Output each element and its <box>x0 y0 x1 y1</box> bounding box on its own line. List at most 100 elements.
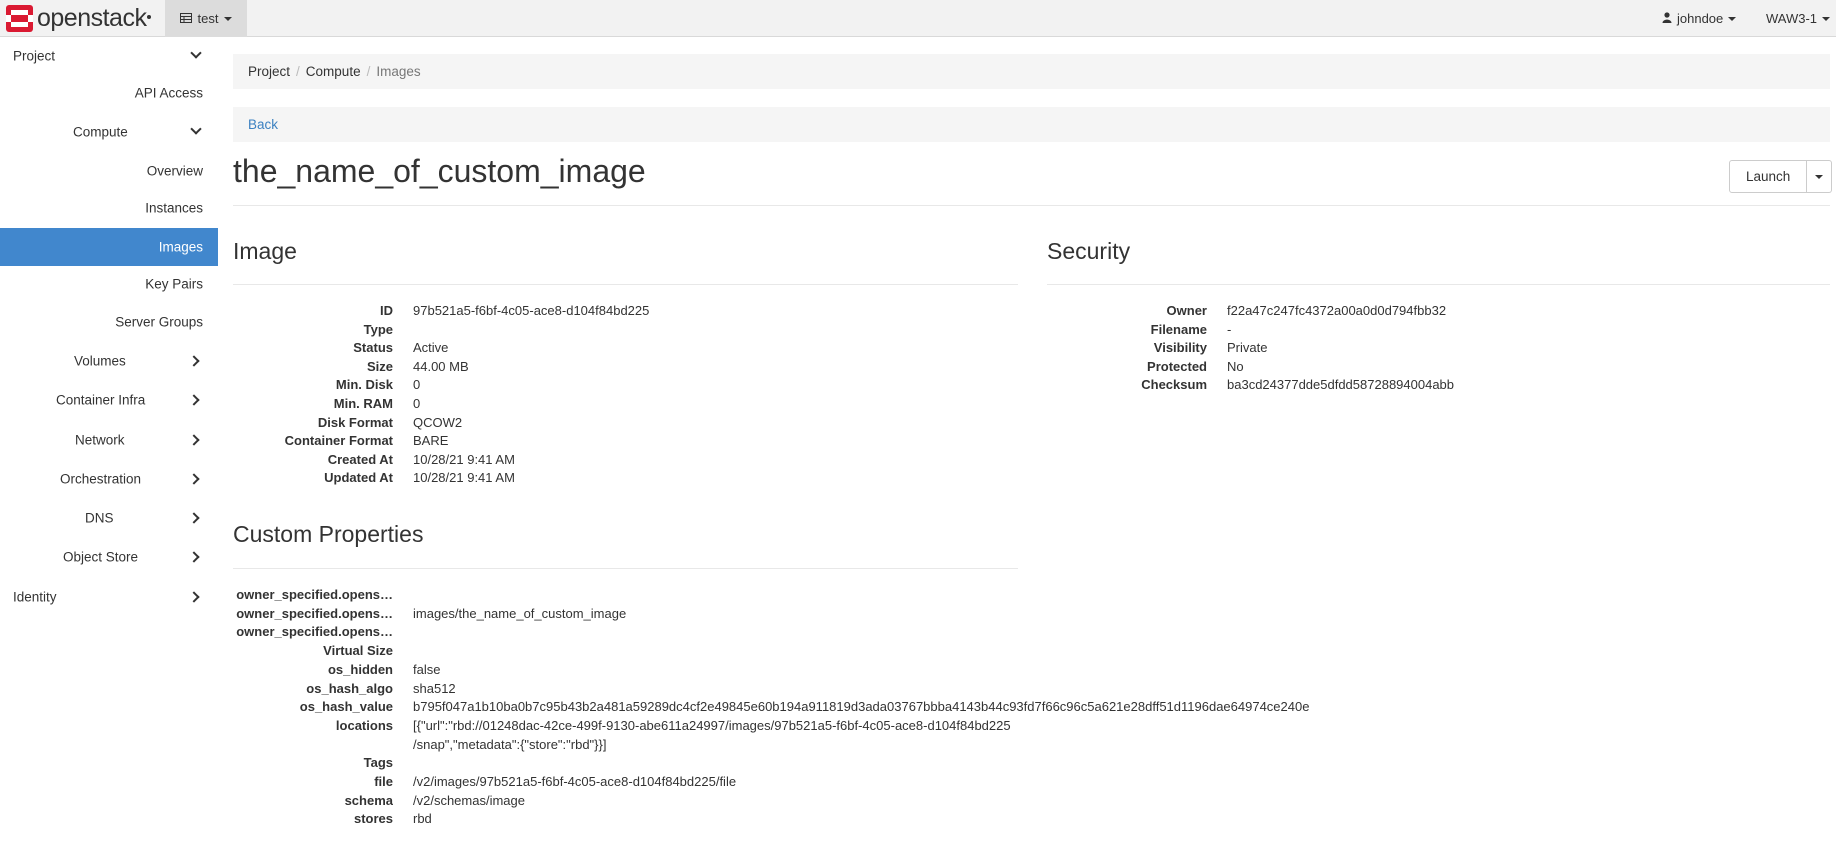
property-value: QCOW2 <box>413 414 463 430</box>
sidebar-item-label: Network <box>75 432 125 448</box>
sidebar-item-images[interactable]: Images <box>0 228 218 266</box>
launch-button-group: Launch <box>1729 160 1833 193</box>
sidebar-item-instances[interactable]: Instances <box>0 189 218 227</box>
breadcrumb-compute[interactable]: Compute <box>306 64 361 79</box>
sidebar-item-api-access[interactable]: API Access <box>0 74 218 112</box>
sidebar-item-label: Compute <box>73 124 128 140</box>
openstack-logo-icon <box>6 4 33 32</box>
property-key: Size <box>366 358 393 374</box>
property-value: BARE <box>413 433 449 449</box>
breadcrumb: Project / Compute / Images <box>233 54 1830 89</box>
image-section-title: Image <box>233 238 297 264</box>
property-key: Min. RAM <box>333 396 393 411</box>
sidebar-item-label: Container Infra <box>56 392 146 408</box>
sidebar-item-label: Overview <box>146 163 203 179</box>
property-key: Type <box>363 321 393 337</box>
property-key: file <box>374 774 393 789</box>
property-value: [{"url":"rbd://01248dac-42ce-499f-9130-a… <box>413 717 1011 733</box>
property-value-continued: /snap","metadata":{"store":"rbd"}}] <box>413 736 607 752</box>
property-key: Visibility <box>1153 340 1207 356</box>
property-key: Protected <box>1147 358 1207 374</box>
property-value: images/the_name_of_custom_image <box>413 605 627 621</box>
back-bar: Back <box>233 107 1830 142</box>
project-table-icon <box>179 11 192 26</box>
breadcrumb-images: Images <box>376 64 421 79</box>
sidebar-item-network[interactable]: Network <box>0 421 218 459</box>
sidebar-item-container-infra[interactable]: Container Infra <box>0 381 218 419</box>
property-value: 44.00 MB <box>413 358 469 374</box>
sidebar-item-overview[interactable]: Overview <box>0 152 218 190</box>
property-key: os_hash_algo <box>306 680 393 696</box>
property-key: Container Format <box>284 433 393 449</box>
custom-properties-divider <box>233 568 1018 569</box>
sidebar-item-volumes[interactable]: Volumes <box>0 342 218 380</box>
title-divider <box>233 205 1830 206</box>
property-key: os_hash_value <box>299 699 393 715</box>
sidebar-item-key-pairs[interactable]: Key Pairs <box>0 265 218 303</box>
top-navbar: openstack test johndoe WAW3-1 <box>0 0 1836 37</box>
property-key: Min. Disk <box>335 377 393 393</box>
user-dropdown[interactable]: johndoe <box>1662 0 1737 37</box>
sidebar-item-object-store[interactable]: Object Store <box>0 538 218 576</box>
sidebar-item-label: Key Pairs <box>145 276 203 292</box>
property-key: Filename <box>1150 321 1207 337</box>
property-value: - <box>1227 321 1232 337</box>
property-value: /v2/images/97b521a5-f6bf-4c05-ace8-d104f… <box>413 774 737 789</box>
user-dropdown-label: johndoe <box>1677 11 1724 26</box>
sidebar-item-label: DNS <box>85 510 114 526</box>
launch-dropdown-toggle[interactable] <box>1807 160 1833 193</box>
image-section-divider <box>233 284 1018 285</box>
custom-properties-title: Custom Properties <box>233 521 424 547</box>
region-dropdown-label: WAW3-1 <box>1766 11 1818 26</box>
sidebar-item-label: API Access <box>134 85 203 101</box>
sidebar-item-orchestration[interactable]: Orchestration <box>0 460 218 498</box>
property-key: Status <box>353 340 393 356</box>
property-value: 97b521a5-f6bf-4c05-ace8-d104f84bd225 <box>413 303 650 318</box>
sidebar-item-project[interactable]: Project <box>0 37 218 75</box>
property-key: os_hidden <box>327 661 393 677</box>
property-key: Created At <box>327 451 393 467</box>
sidebar-item-label: Volumes <box>74 353 126 369</box>
property-value: 10/28/21 9:41 AM <box>413 451 515 467</box>
property-value: 10/28/21 9:41 AM <box>413 470 515 486</box>
chevron-right-icon <box>188 434 200 446</box>
property-key: locations <box>335 717 393 733</box>
property-key: schema <box>344 792 393 808</box>
property-value: Private <box>1227 340 1268 356</box>
property-key: ID <box>380 303 393 318</box>
property-key: Updated At <box>324 470 393 486</box>
brand-name: openstack <box>37 4 147 32</box>
property-value: Active <box>413 340 449 356</box>
property-key: Owner <box>1166 303 1207 318</box>
sidebar-item-identity[interactable]: Identity <box>0 578 218 616</box>
property-key: Disk Format <box>317 414 393 430</box>
sidebar-item-server-groups[interactable]: Server Groups <box>0 303 218 341</box>
caret-down-icon <box>1822 16 1831 21</box>
chevron-right-icon <box>188 394 200 406</box>
caret-down-icon <box>1815 174 1824 179</box>
back-link[interactable]: Back <box>248 117 278 132</box>
sidebar-item-dns[interactable]: DNS <box>0 499 218 537</box>
chevron-right-icon <box>188 512 200 524</box>
breadcrumb-separator: / <box>296 64 300 79</box>
region-dropdown[interactable]: WAW3-1 <box>1766 0 1831 37</box>
property-key: owner_specified.opens… <box>236 605 393 621</box>
property-value: false <box>413 661 441 677</box>
breadcrumb-project[interactable]: Project <box>248 64 290 79</box>
chevron-right-icon <box>188 473 200 485</box>
property-key: stores <box>353 811 393 827</box>
user-icon <box>1662 11 1672 26</box>
sidebar-item-compute[interactable]: Compute <box>0 113 218 151</box>
property-key: Tags <box>363 755 393 771</box>
property-value: ba3cd24377dde5dfdd58728894004abb <box>1227 377 1455 393</box>
caret-down-icon <box>224 16 233 21</box>
project-dropdown[interactable]: test <box>165 0 247 37</box>
property-value: No <box>1227 358 1244 374</box>
sidebar-item-label: Server Groups <box>115 314 203 330</box>
launch-button[interactable]: Launch <box>1729 160 1808 193</box>
property-key: Checksum <box>1141 377 1207 393</box>
property-value: 0 <box>413 396 421 411</box>
brand[interactable]: openstack <box>6 3 152 33</box>
property-key: owner_specified.opens… <box>236 587 393 602</box>
page-title: the_name_of_custom_image <box>233 153 646 189</box>
